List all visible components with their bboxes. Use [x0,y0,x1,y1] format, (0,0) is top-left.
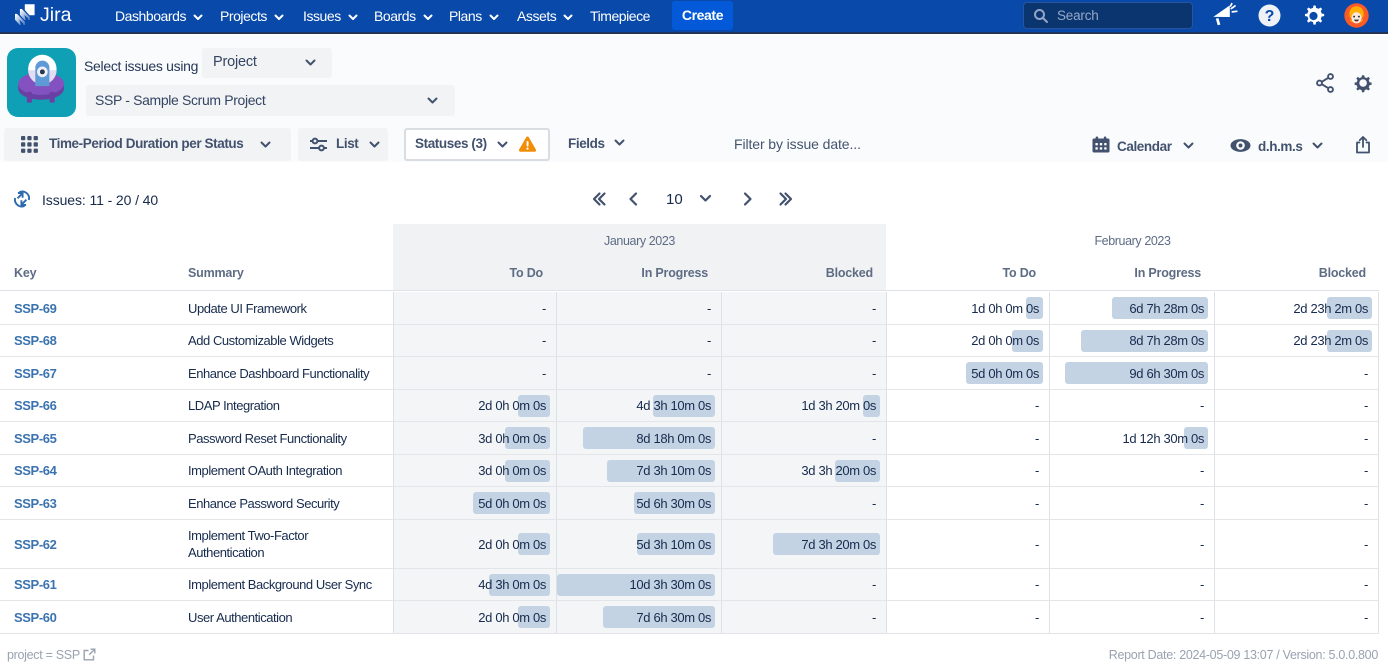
svg-text:?: ? [1265,8,1275,25]
svg-text:10: 10 [666,191,683,208]
